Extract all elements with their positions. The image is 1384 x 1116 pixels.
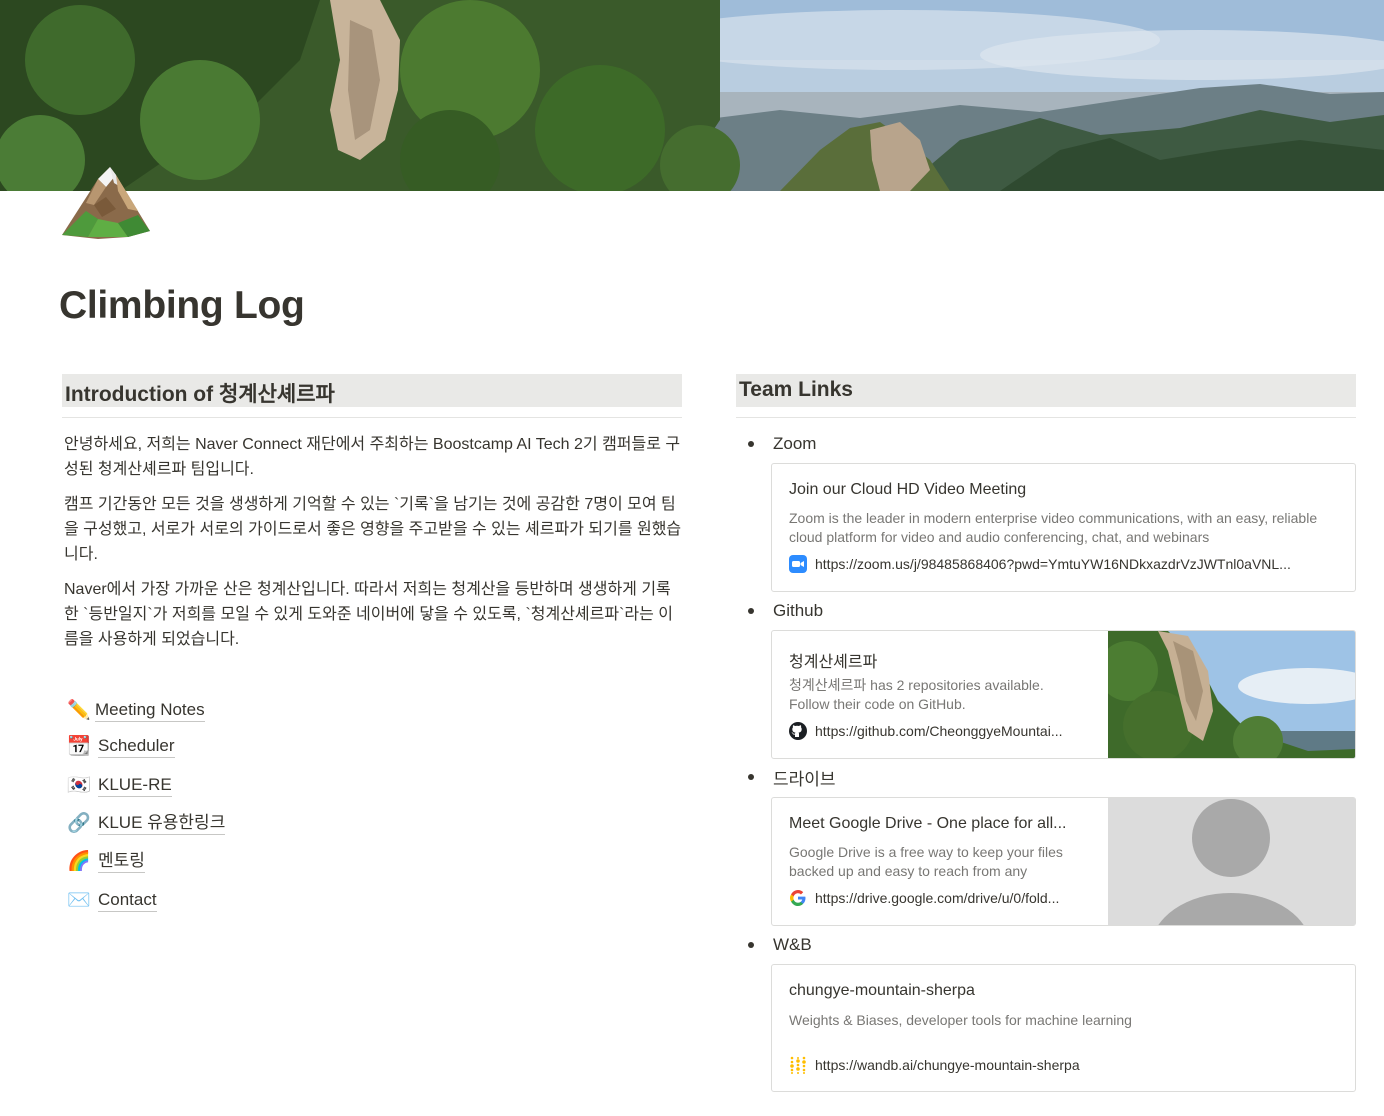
page-link-mentoring[interactable]: 🌈 멘토링	[66, 847, 145, 875]
page-link-label: KLUE 유용한링크	[98, 812, 226, 835]
team-links-heading: Team Links	[736, 374, 1356, 407]
page-link-contact[interactable]: ✉️ Contact	[66, 886, 157, 914]
github-icon	[789, 722, 807, 740]
page-link-scheduler[interactable]: 📆 Scheduler	[66, 732, 175, 760]
wandb-bookmark[interactable]: chungye-mountain-sherpa Weights & Biases…	[771, 964, 1356, 1092]
calendar-icon: 📆	[67, 736, 91, 757]
cover-image	[0, 0, 1384, 191]
bookmark-title: chungye-mountain-sherpa	[789, 982, 975, 999]
page-link-label: 멘토링	[98, 850, 145, 873]
team-link-label: 드라이브	[773, 769, 836, 789]
bookmark-description: Zoom is the leader in modern enterprise …	[789, 510, 1318, 545]
mountain-icon[interactable]	[58, 165, 154, 241]
divider	[62, 417, 682, 418]
bullet-icon	[748, 441, 754, 447]
bookmark-title: 청계산셰르파	[789, 654, 878, 671]
envelope-icon: ✉️	[67, 890, 91, 911]
zoom-icon	[789, 555, 807, 573]
rainbow-icon: 🌈	[67, 851, 91, 872]
page-link-klue-re[interactable]: 🇰🇷 KLUE-RE	[66, 771, 172, 799]
zoom-bookmark[interactable]: Join our Cloud HD Video Meeting Zoom is …	[771, 463, 1356, 592]
intro-heading: Introduction of 청계산셰르파	[62, 374, 682, 407]
bullet-icon	[748, 942, 754, 948]
intro-paragraph-2: 캠프 기간동안 모든 것을 생생하게 기억할 수 있는 `기록`을 남기는 것에…	[64, 496, 682, 563]
bookmark-thumbnail	[1108, 631, 1355, 758]
github-bookmark[interactable]: 청계산셰르파 청계산셰르파 has 2 repositories availab…	[771, 630, 1356, 759]
korea-flag-icon: 🇰🇷	[67, 775, 91, 796]
page-link-label: Meeting Notes	[95, 699, 205, 722]
list-item: 드라이브	[748, 765, 836, 789]
bullet-icon	[748, 774, 754, 780]
bookmark-title: Join our Cloud HD Video Meeting	[789, 481, 1027, 498]
divider	[736, 417, 1356, 418]
bullet-icon	[748, 608, 754, 614]
bookmark-url-row: https://wandb.ai/chungye-mountain-sherpa	[789, 1056, 1080, 1074]
page-title: Climbing Log	[59, 284, 305, 327]
bookmark-url: https://drive.google.com/drive/u/0/fold.…	[815, 890, 1060, 906]
intro-paragraph-1: 안녕하세요, 저희는 Naver Connect 재단에서 주최하는 Boost…	[64, 436, 681, 478]
pencil-icon: ✏️	[67, 700, 91, 721]
bookmark-description: 청계산셰르파 has 2 repositories available. Fol…	[789, 677, 1044, 712]
wandb-icon	[789, 1056, 807, 1074]
bookmark-thumbnail	[1108, 798, 1355, 925]
link-icon: 🔗	[67, 813, 91, 834]
team-link-label: Zoom	[773, 434, 817, 453]
bookmark-description: Weights & Biases, developer tools for ma…	[789, 1012, 1132, 1028]
page-link-label: Contact	[98, 889, 157, 912]
page-link-meeting-notes[interactable]: ✏️ Meeting Notes	[66, 696, 205, 724]
intro-paragraph-3: Naver에서 가장 가까운 산은 청계산입니다. 따라서 저희는 청계산을 등…	[64, 581, 674, 648]
bookmark-title: Meet Google Drive - One place for all...	[789, 815, 1067, 832]
list-item: Zoom	[748, 432, 816, 456]
google-icon	[789, 889, 807, 907]
bookmark-url: https://github.com/CheonggyeMountai...	[815, 723, 1063, 739]
bookmark-description: Google Drive is a free way to keep your …	[789, 844, 1063, 879]
page-link-label: Scheduler	[98, 735, 175, 758]
bookmark-url: https://zoom.us/j/98485868406?pwd=YmtuYW…	[815, 556, 1291, 572]
bookmark-url-row: https://zoom.us/j/98485868406?pwd=YmtuYW…	[789, 555, 1291, 573]
page-link-label: KLUE-RE	[98, 774, 172, 797]
bookmark-url: https://wandb.ai/chungye-mountain-sherpa	[815, 1057, 1080, 1073]
bookmark-url-row: https://github.com/CheonggyeMountai...	[789, 722, 1062, 740]
team-link-label: Github	[773, 601, 824, 620]
list-item: W&B	[748, 933, 812, 957]
list-item: Github	[748, 599, 823, 623]
page-link-klue-links[interactable]: 🔗 KLUE 유용한링크	[66, 809, 226, 837]
drive-bookmark[interactable]: Meet Google Drive - One place for all...…	[771, 797, 1356, 926]
bookmark-url-row: https://drive.google.com/drive/u/0/fold.…	[789, 889, 1059, 907]
team-link-label: W&B	[773, 935, 812, 954]
